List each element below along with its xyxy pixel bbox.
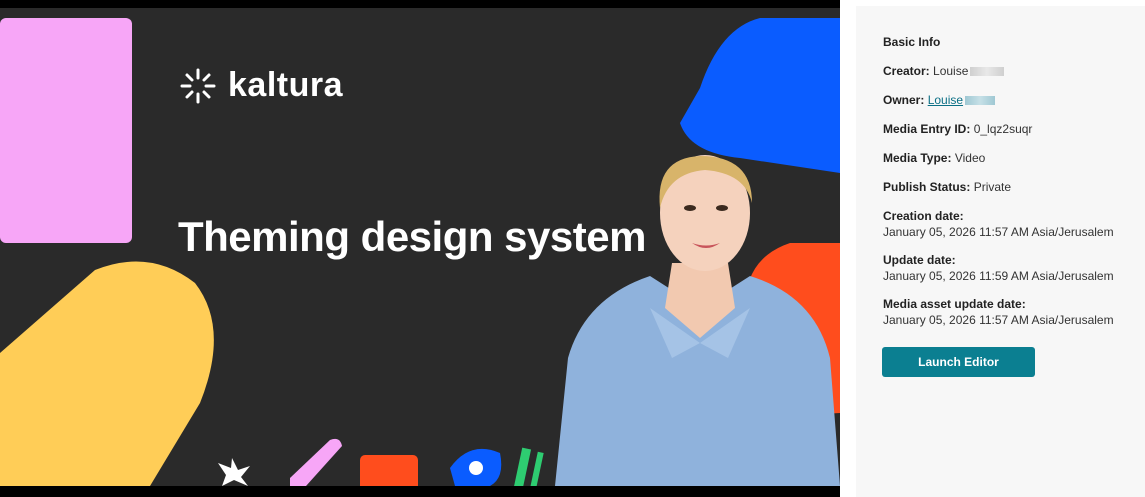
orange-square-shape [360, 455, 418, 486]
basic-info-panel: Basic Info Creator: Louise Owner: Louise… [856, 6, 1145, 497]
green-bar-shape [513, 447, 532, 486]
owner-row: Owner: Louise [883, 92, 996, 108]
kaltura-logo: kaltura [180, 66, 343, 105]
entry-id-value: 0_lqz2suqr [973, 122, 1033, 136]
owner-value: Louise [927, 93, 964, 107]
entry-id-label: Media Entry ID: [883, 122, 971, 136]
media-type-row: Media Type: Video [883, 150, 985, 166]
update-date-row: Update date: January 05, 2026 11:59 AM A… [883, 252, 1114, 284]
launch-editor-button[interactable]: Launch Editor [882, 347, 1035, 377]
entry-id-row: Media Entry ID: 0_lqz2suqr [883, 121, 1032, 137]
kaltura-burst-icon [180, 68, 216, 103]
asset-update-date-label: Media asset update date: [883, 297, 1026, 311]
video-frame[interactable]: kaltura Theming design system [0, 8, 840, 486]
asset-update-date-value: January 05, 2026 11:57 AM Asia/Jerusalem [883, 313, 1114, 327]
logo-text: kaltura [228, 66, 343, 104]
owner-label: Owner: [883, 93, 925, 107]
redacted-blur [965, 96, 996, 106]
video-headline: Theming design system [178, 213, 646, 260]
media-type-label: Media Type: [883, 151, 952, 165]
publish-status-value: Private [973, 180, 1012, 194]
media-type-value: Video [954, 151, 986, 165]
basic-info-title: Basic Info [883, 35, 941, 49]
presenter-eye-right [716, 205, 728, 211]
pink-stick-shape [290, 438, 342, 486]
creation-date-row: Creation date: January 05, 2026 11:57 AM… [883, 208, 1114, 240]
yellow-blob-shape [0, 261, 214, 486]
creator-row: Creator: Louise [883, 63, 1005, 79]
update-date-label: Update date: [883, 253, 956, 267]
green-bar-shape-2 [530, 451, 544, 486]
asset-update-date-row: Media asset update date: January 05, 202… [883, 296, 1114, 328]
creation-date-value: January 05, 2026 11:57 AM Asia/Jerusalem [883, 225, 1114, 239]
white-star-shape [218, 458, 250, 486]
creator-label: Creator: [883, 64, 930, 78]
presenter-eye-left [684, 205, 696, 211]
creation-date-label: Creation date: [883, 209, 964, 223]
blue-triangle-shape [680, 18, 840, 173]
redacted-blur [970, 67, 1005, 77]
creator-value: Louise [933, 64, 969, 78]
publish-status-label: Publish Status: [883, 180, 971, 194]
pink-rectangle-shape [0, 18, 132, 243]
update-date-value: January 05, 2026 11:59 AM Asia/Jerusalem [883, 269, 1114, 283]
video-player[interactable]: kaltura Theming design system [0, 0, 840, 497]
eye-pupil-shape [469, 461, 483, 475]
publish-status-row: Publish Status: Private [883, 179, 1011, 195]
owner-link[interactable]: Louise [927, 93, 996, 107]
